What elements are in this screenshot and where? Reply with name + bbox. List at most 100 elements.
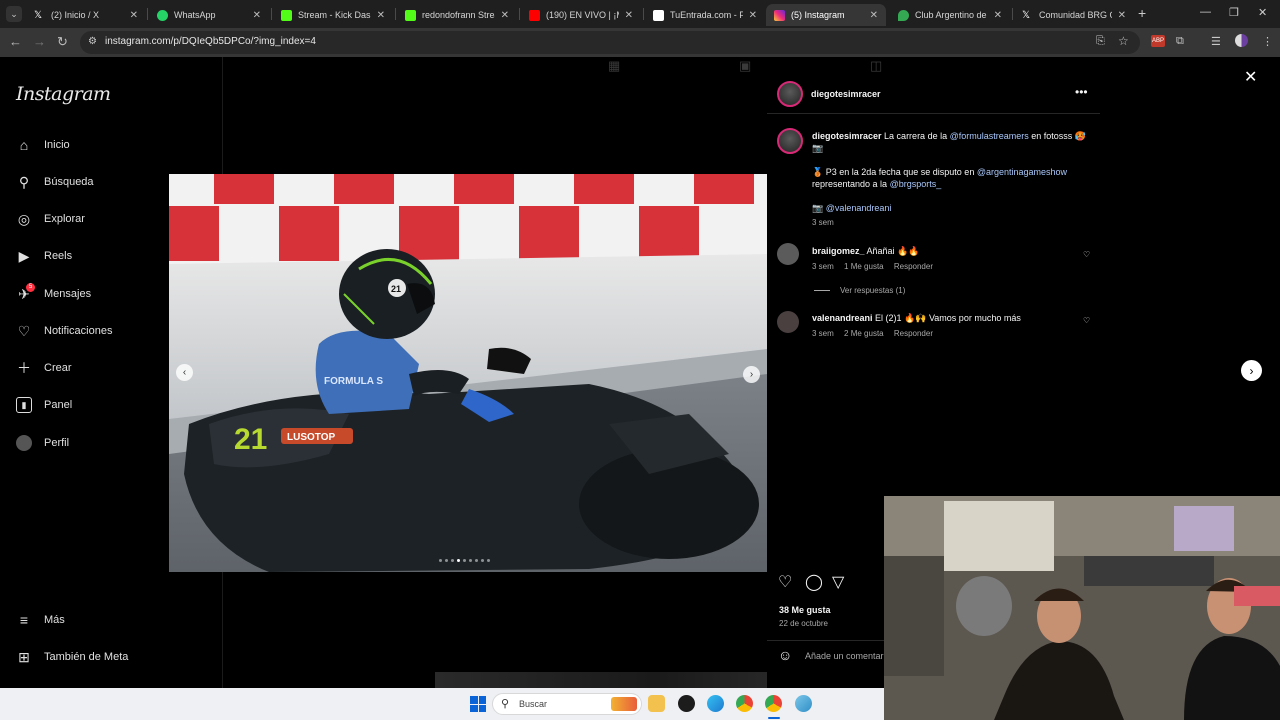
close-tab-icon[interactable]: ✕ — [1118, 10, 1126, 21]
taskbar-search[interactable]: ⚲ Buscar — [492, 693, 642, 715]
tab-x-home[interactable]: 𝕏 (2) Inicio / X ✕ — [26, 4, 146, 26]
address-bar[interactable]: ⚙ instagram.com/p/DQIeQb5DPCo/?img_index… — [80, 31, 1140, 54]
file-explorer-icon[interactable] — [648, 695, 665, 712]
close-tab-icon[interactable]: ✕ — [130, 10, 138, 21]
close-tab-icon[interactable]: ✕ — [501, 10, 509, 21]
webcam-feed — [884, 496, 1280, 720]
comment-likes[interactable]: 1 Me gusta — [844, 262, 884, 271]
sidebar-item-mensajes[interactable]: ✈ 5 Mensajes — [16, 283, 91, 302]
emoji-icon[interactable]: ☺ — [778, 647, 792, 663]
sidebar-item-reels[interactable]: ▶ Reels — [16, 248, 73, 264]
heart-icon: ♡ — [17, 322, 31, 339]
next-post-button[interactable]: › — [1241, 360, 1262, 381]
comment-avatar[interactable] — [777, 243, 799, 265]
reload-button[interactable]: ↻ — [57, 34, 68, 50]
tab-kick-dashboard[interactable]: Stream - Kick Dashbo ✕ — [273, 4, 393, 26]
close-tab-icon[interactable]: ✕ — [253, 10, 261, 21]
sidebar-item-crear[interactable]: ＋ Crear — [16, 360, 72, 376]
close-tab-icon[interactable]: ✕ — [994, 10, 1002, 21]
comment-icon[interactable]: ◯ — [805, 572, 823, 592]
reply-button[interactable]: Responder — [894, 329, 933, 338]
close-window-button[interactable]: ✕ — [1258, 6, 1267, 19]
reply-button[interactable]: Responder — [894, 262, 933, 271]
mention-formulastreamers[interactable]: @formulastreamers — [950, 131, 1029, 141]
bookmark-star-icon[interactable]: ☆ — [1118, 34, 1129, 48]
svg-text:LUSOTOP: LUSOTOP — [287, 432, 335, 443]
close-tab-icon[interactable]: ✕ — [377, 10, 385, 21]
active-app-indicator — [768, 717, 780, 719]
sidebar-item-explorar[interactable]: ◎ Explorar — [16, 211, 85, 227]
extensions-puzzle-icon[interactable]: ⧉ — [1176, 35, 1184, 48]
carousel-next-button[interactable]: › — [743, 366, 760, 383]
site-info-icon[interactable]: ⚙ — [88, 36, 97, 47]
mention-brgsports[interactable]: @brgsports_ — [890, 179, 942, 189]
forward-button[interactable]: → — [33, 34, 46, 49]
svg-text:21: 21 — [391, 284, 401, 294]
reading-list-icon[interactable]: ☰ — [1211, 35, 1221, 48]
close-tab-icon[interactable]: ✕ — [870, 10, 878, 21]
chrome-icon[interactable] — [736, 695, 753, 712]
like-comment-icon[interactable]: ♡ — [1083, 316, 1090, 325]
comment-likes[interactable]: 2 Me gusta — [844, 329, 884, 338]
chrome-active-icon[interactable] — [765, 695, 782, 712]
obs-icon[interactable] — [678, 695, 695, 712]
tab-instagram[interactable]: (5) Instagram ✕ — [766, 4, 886, 26]
view-replies-button[interactable]: Ver respuestas (1) — [814, 286, 905, 295]
more-options-icon[interactable]: ••• — [1075, 85, 1088, 99]
profile-avatar-icon[interactable] — [1235, 34, 1248, 47]
share-icon[interactable]: ▽ — [832, 572, 844, 592]
meta-grid-icon: ⊞ — [18, 648, 30, 665]
like-icon[interactable]: ♡ — [778, 572, 792, 592]
sidebar-item-mas[interactable]: ≡ Más — [16, 612, 65, 628]
back-button[interactable]: ← — [9, 34, 22, 49]
author-avatar[interactable] — [777, 81, 803, 107]
app-globe-icon[interactable] — [795, 695, 812, 712]
instagram-logo[interactable]: Instagram — [16, 83, 111, 105]
tab-tuentrada[interactable]: TuEntrada.com - FOR ✕ — [645, 4, 765, 26]
post-header: diegotesimracer ••• — [767, 74, 1100, 114]
carousel-prev-button[interactable]: ‹ — [176, 364, 193, 381]
tab-search-icon[interactable]: ⌄ — [6, 6, 22, 22]
mention-valenandreani[interactable]: @valenandreani — [826, 203, 892, 213]
like-comment-icon[interactable]: ♡ — [1083, 250, 1090, 259]
tab-youtube-live[interactable]: (190) EN VIVO | ¡MAT ✕ — [521, 4, 641, 26]
new-tab-button[interactable]: + — [1138, 5, 1146, 21]
sidebar-item-panel[interactable]: ▮ Panel — [16, 397, 72, 413]
browser-menu-icon[interactable]: ⋮ — [1262, 35, 1273, 48]
post-image[interactable]: 21 LUSOTOP FORMULA S 21 ‹ › — [169, 174, 767, 572]
sidebar-item-perfil[interactable]: Perfil — [16, 435, 69, 451]
edge-icon[interactable] — [707, 695, 724, 712]
sidebar-item-busqueda[interactable]: ⚲ Búsqueda — [16, 174, 94, 190]
plus-icon: ＋ — [17, 360, 31, 376]
adblock-extension-icon[interactable]: ABP — [1151, 35, 1165, 47]
close-tab-icon[interactable]: ✕ — [749, 10, 757, 21]
restore-button[interactable]: ❐ — [1229, 6, 1239, 19]
comment-avatar[interactable] — [777, 311, 799, 333]
tab-comunidad-brg[interactable]: 𝕏 Comunidad BRG OG ✕ — [1014, 4, 1134, 26]
author-username[interactable]: diegotesimracer — [811, 89, 881, 99]
close-post-icon[interactable]: ✕ — [1244, 67, 1257, 87]
minimize-button[interactable]: — — [1200, 6, 1211, 18]
profile-avatar — [16, 435, 32, 451]
tuentrada-icon — [653, 9, 664, 21]
caption-username[interactable]: diegotesimracer — [812, 131, 882, 141]
close-tab-icon[interactable]: ✕ — [625, 10, 633, 21]
sidebar-item-inicio[interactable]: ⌂ Inicio — [16, 137, 70, 153]
comment-username[interactable]: braiigomez_ — [812, 246, 865, 256]
sidebar-item-meta[interactable]: ⊞ También de Meta — [16, 649, 128, 665]
url-text[interactable]: instagram.com/p/DQIeQb5DPCo/?img_index=4 — [105, 36, 316, 47]
caption-time: 3 sem — [812, 218, 834, 227]
mention-argentinagameshow[interactable]: @argentinagameshow — [977, 167, 1067, 177]
caption-avatar[interactable] — [777, 128, 803, 154]
webcam-overlay — [884, 496, 1280, 720]
install-app-icon[interactable]: ⎘ — [1096, 35, 1105, 48]
comment-username[interactable]: valenandreani — [812, 313, 873, 323]
tab-kick-stream[interactable]: redondofrann Stream ✕ — [397, 4, 517, 26]
windows-taskbar: ⚲ Buscar — [0, 688, 884, 720]
sidebar-item-notificaciones[interactable]: ♡ Notificaciones — [16, 322, 113, 339]
tab-whatsapp[interactable]: WhatsApp ✕ — [149, 4, 269, 26]
tab-club-argentino[interactable]: Club Argentino de Ka ✕ — [890, 4, 1010, 26]
likes-count[interactable]: 38 Me gusta — [779, 605, 831, 615]
kick-icon — [405, 9, 416, 21]
windows-start-icon[interactable] — [470, 696, 486, 712]
